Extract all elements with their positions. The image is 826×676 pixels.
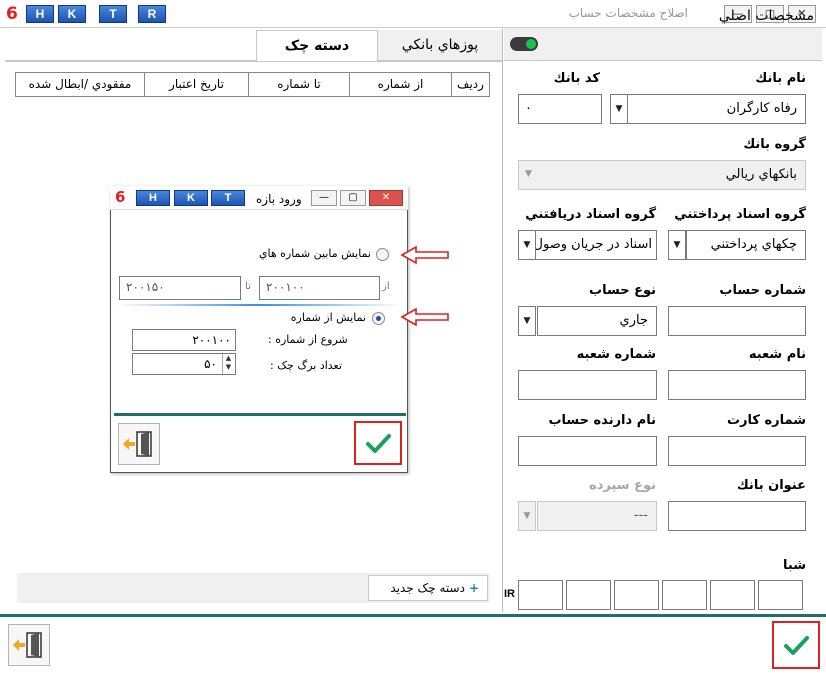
from-option-label: نمايش از شماره bbox=[290, 311, 366, 324]
sheet-count-spinner-icon[interactable]: ▲ ▼ bbox=[222, 354, 234, 374]
card-number-label: شماره كارت bbox=[726, 413, 806, 428]
tab-spacer bbox=[5, 30, 256, 61]
hk-button-t[interactable]: T bbox=[99, 5, 127, 23]
deposit-type-dropdown-icon: ▼ bbox=[518, 501, 536, 531]
tab-bank-pos[interactable]: پوزهاي بانكي bbox=[378, 30, 502, 61]
receive-docs-group-field[interactable]: اسناد در جريان وصول bbox=[534, 230, 657, 260]
bank-title-label: عنوان بانك bbox=[736, 478, 806, 493]
dialog-hk-button-t[interactable]: T bbox=[211, 190, 245, 206]
deposit-type-label: نوع سپرده bbox=[589, 478, 656, 493]
dialog-footer-divider bbox=[114, 413, 406, 416]
col-to-number[interactable]: تا شماره bbox=[248, 73, 349, 96]
new-checkbook-button[interactable]: +دسته چک جديد bbox=[368, 575, 488, 601]
bank-name-label: نام بانك bbox=[755, 71, 806, 86]
sheba-segment-6[interactable] bbox=[758, 580, 803, 610]
range-to-field[interactable]: ۲۰۰۱۵۰ bbox=[119, 276, 241, 300]
main-info-header bbox=[504, 28, 822, 61]
bank-group-label: گروه بانك bbox=[743, 137, 806, 152]
to-label: تا bbox=[245, 281, 251, 292]
main-info-title: مشخصات اصلي bbox=[718, 8, 814, 24]
bank-name-field[interactable]: رفاه كارگران bbox=[627, 94, 806, 124]
dialog-title: ورود بازه bbox=[256, 192, 302, 206]
hk-button-r[interactable]: R bbox=[138, 5, 166, 23]
bank-group-field: بانكهاي ريالي ▼ bbox=[518, 160, 806, 190]
exit-button[interactable] bbox=[8, 624, 50, 666]
payment-docs-group-label: گروه اسناد پرداختني bbox=[674, 207, 806, 222]
dialog-close-button[interactable]: ✕ bbox=[369, 190, 403, 206]
range-option-radio[interactable] bbox=[376, 248, 389, 261]
branch-number-label: شماره شعبه bbox=[576, 347, 656, 362]
payment-docs-group-field[interactable]: چكهاي پرداختني bbox=[686, 230, 806, 260]
account-type-label: نوع حساب bbox=[589, 283, 656, 298]
exit-door-icon bbox=[13, 632, 42, 658]
checkmark-icon bbox=[366, 434, 391, 453]
main-info-toggle[interactable] bbox=[510, 37, 538, 51]
branch-name-field[interactable] bbox=[668, 370, 806, 400]
bank-code-field[interactable]: ۰ bbox=[518, 94, 602, 124]
range-from-field[interactable]: ۲۰۰۱۰۰ bbox=[259, 276, 380, 300]
sheet-count-field[interactable]: ۵۰ bbox=[132, 353, 236, 375]
new-checkbook-label: دسته چک جديد bbox=[390, 581, 465, 595]
account-number-field[interactable] bbox=[668, 306, 806, 336]
from-option-radio[interactable] bbox=[372, 312, 385, 325]
tab-checkbook[interactable]: دسته چک bbox=[256, 30, 378, 61]
account-number-label: شماره حساب bbox=[719, 283, 806, 298]
branch-name-label: نام شعبه bbox=[748, 347, 806, 362]
dialog-separator bbox=[116, 304, 402, 306]
exit-door-icon bbox=[123, 431, 152, 457]
hk-button-k[interactable]: K bbox=[58, 5, 86, 23]
sheba-label: شبا bbox=[783, 558, 806, 573]
hk-button-h[interactable]: H bbox=[26, 5, 54, 23]
col-lost-cancelled[interactable]: مفقودي /ابطال شده bbox=[16, 73, 144, 96]
annotation-arrow-icon bbox=[400, 307, 449, 327]
receive-docs-group-label: گروه اسناد دريافتني bbox=[525, 207, 656, 222]
sheba-segment-2[interactable] bbox=[566, 580, 611, 610]
panel-divider bbox=[502, 28, 503, 612]
chevron-down-icon: ▼ bbox=[525, 169, 532, 179]
dialog-hk-button-k[interactable]: K bbox=[174, 190, 208, 206]
toggle-knob bbox=[526, 39, 536, 49]
dialog-exit-button[interactable] bbox=[118, 423, 160, 465]
window-title: اصلاح مشخصات حساب bbox=[568, 6, 688, 20]
holder-name-field[interactable] bbox=[518, 436, 657, 466]
checkbook-grid-header: رديف از شماره تا شماره تاريخ اعتبار مفقو… bbox=[15, 72, 490, 97]
from-label: از bbox=[382, 281, 390, 292]
payment-docs-dropdown-icon[interactable]: ▼ bbox=[668, 230, 686, 260]
ok-button[interactable] bbox=[772, 621, 820, 669]
account-type-field[interactable]: جاري bbox=[537, 306, 657, 336]
dialog-minimize-button[interactable]: — bbox=[311, 190, 337, 206]
sheba-prefix: IR bbox=[504, 588, 515, 600]
checkmark-icon bbox=[784, 636, 809, 655]
branch-number-field[interactable] bbox=[518, 370, 657, 400]
sheba-segment-4[interactable] bbox=[662, 580, 707, 610]
card-number-field[interactable] bbox=[668, 436, 806, 466]
bank-name-dropdown-icon[interactable]: ▼ bbox=[610, 94, 628, 124]
bank-title-field[interactable] bbox=[668, 501, 806, 531]
start-number-label: شروع از شماره : bbox=[268, 333, 348, 346]
plus-icon: + bbox=[468, 581, 479, 595]
sheba-segment-3[interactable] bbox=[614, 580, 659, 610]
sheet-count-label: تعداد برگ چک : bbox=[270, 359, 342, 372]
dialog-app-logo: 6 bbox=[115, 188, 126, 206]
sheba-segment-1[interactable] bbox=[518, 580, 563, 610]
account-type-dropdown-icon[interactable]: ▼ bbox=[518, 306, 536, 336]
range-option-label: نمايش مابين شماره هاي bbox=[258, 247, 371, 260]
bank-code-label: كد بانك bbox=[553, 71, 600, 86]
col-expiry-date[interactable]: تاريخ اعتبار bbox=[144, 73, 248, 96]
app-logo: 6 bbox=[6, 4, 18, 24]
dialog-maximize-button[interactable]: ▢ bbox=[340, 190, 366, 206]
col-row-number[interactable]: رديف bbox=[451, 73, 489, 96]
sheba-segment-5[interactable] bbox=[710, 580, 755, 610]
col-from-number[interactable]: از شماره bbox=[349, 73, 451, 96]
start-number-field[interactable]: ۲۰۰۱۰۰ bbox=[132, 329, 236, 351]
footer-divider bbox=[0, 614, 826, 617]
dialog-ok-button[interactable] bbox=[354, 421, 402, 465]
holder-name-label: نام دارنده حساب bbox=[548, 413, 656, 428]
dialog-hk-button-h[interactable]: H bbox=[136, 190, 170, 206]
receive-docs-dropdown-icon[interactable]: ▼ bbox=[518, 230, 536, 260]
deposit-type-field: --- bbox=[537, 501, 657, 531]
annotation-arrow-icon bbox=[400, 245, 449, 265]
